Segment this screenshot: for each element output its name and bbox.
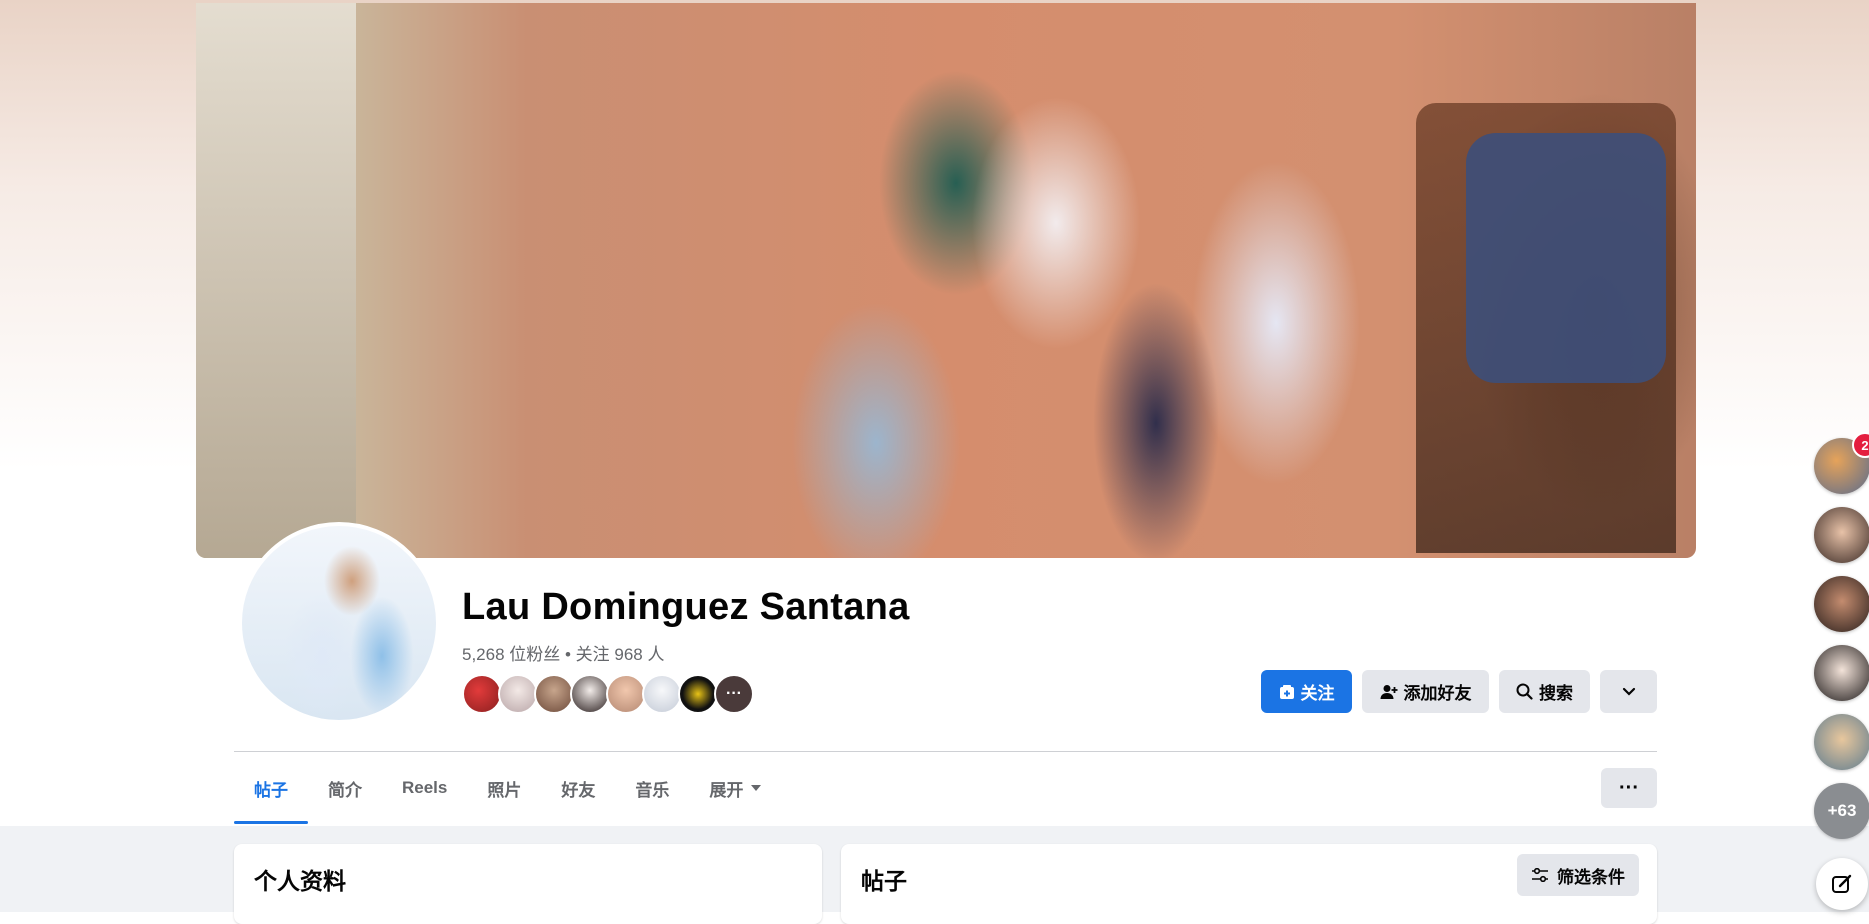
unread-badge: 2 <box>1852 432 1869 458</box>
filter-icon <box>1532 868 1548 882</box>
tab-about[interactable]: 简介 <box>308 752 382 824</box>
more-contacts-button[interactable]: +63 <box>1814 783 1869 839</box>
tab-label: 简介 <box>328 780 362 800</box>
add-friend-button-label: 添加好友 <box>1403 684 1472 703</box>
friend-avatar[interactable] <box>678 674 718 714</box>
tab-more[interactable]: 展开 <box>689 752 781 824</box>
add-friend-icon <box>1380 684 1397 699</box>
cover-photo-jacket <box>1466 133 1666 383</box>
more-friends-avatar[interactable]: ··· <box>714 674 754 714</box>
tab-label: Reels <box>402 778 448 797</box>
more-options-button[interactable] <box>1600 670 1657 713</box>
chevron-down-icon <box>1622 687 1635 696</box>
profile-name: Lau Dominguez Santana <box>462 586 910 628</box>
add-friend-button[interactable]: 添加好友 <box>1362 670 1489 713</box>
posts-card-title: 帖子 <box>861 868 907 894</box>
tab-posts[interactable]: 帖子 <box>234 752 308 824</box>
tab-photos[interactable]: 照片 <box>467 752 541 824</box>
tab-reels[interactable]: Reels <box>382 752 467 824</box>
cover-photo[interactable] <box>196 3 1696 558</box>
contact-avatar[interactable] <box>1814 645 1869 701</box>
friend-avatar[interactable] <box>534 674 574 714</box>
follow-button[interactable]: 关注 <box>1261 670 1352 713</box>
profile-avatar[interactable] <box>238 522 440 724</box>
posts-card: 帖子 筛选条件 <box>841 844 1657 924</box>
friend-avatar[interactable] <box>462 674 502 714</box>
tab-label: 帖子 <box>254 780 288 800</box>
tab-label: 音乐 <box>635 780 670 800</box>
intro-card-title: 个人资料 <box>254 868 346 894</box>
friend-avatar[interactable] <box>642 674 682 714</box>
tab-label: 展开 <box>709 780 744 800</box>
search-button[interactable]: 搜索 <box>1499 670 1590 713</box>
contact-avatar[interactable] <box>1814 714 1869 770</box>
tab-friends[interactable]: 好友 <box>541 752 615 824</box>
follow-button-label: 关注 <box>1300 684 1335 703</box>
contact-avatar[interactable]: 2 <box>1814 432 1869 494</box>
tab-label: 好友 <box>561 780 596 800</box>
tab-music[interactable]: 音乐 <box>615 752 689 824</box>
compose-icon <box>1832 874 1852 893</box>
friend-avatar[interactable] <box>498 674 538 714</box>
new-message-button[interactable] <box>1816 858 1868 910</box>
filter-button-label: 筛选条件 <box>1557 867 1625 887</box>
mutual-friends-avatars[interactable]: ··· <box>462 674 754 714</box>
caret-down-icon <box>751 785 762 791</box>
followers-count[interactable]: 5,268 位粉丝 • 关注 968 人 <box>462 640 664 665</box>
follow-icon <box>1279 684 1294 699</box>
search-icon <box>1516 683 1533 700</box>
filter-button[interactable]: 筛选条件 <box>1517 854 1639 896</box>
contact-avatar[interactable] <box>1814 576 1869 632</box>
contact-avatar[interactable] <box>1814 507 1869 563</box>
friend-avatar[interactable] <box>606 674 646 714</box>
tabs-more-button[interactable]: ··· <box>1601 768 1657 808</box>
tab-label: 照片 <box>487 780 522 800</box>
friend-avatar[interactable] <box>570 674 610 714</box>
intro-card: 个人资料 <box>234 844 822 924</box>
cover-photo-wall <box>196 3 356 558</box>
search-button-label: 搜索 <box>1539 684 1573 703</box>
profile-tabs: 帖子 简介 Reels 照片 好友 音乐 展开 <box>234 752 781 824</box>
